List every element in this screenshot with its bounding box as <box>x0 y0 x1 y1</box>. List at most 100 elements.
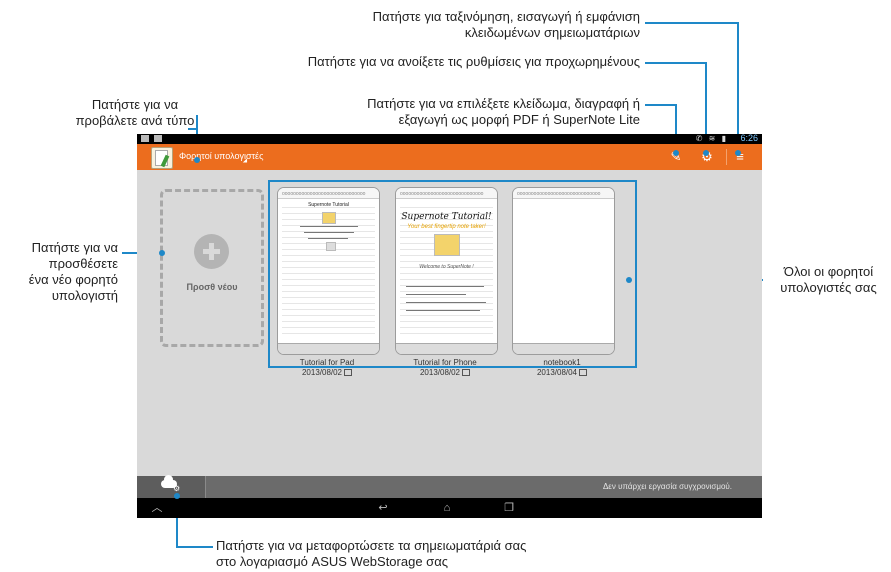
webstorage-sync-button[interactable]: ⚙ <box>137 475 206 498</box>
spiral-rings: oooooooooooooooooooooooooooooo <box>517 191 601 197</box>
app-bar: Φορητοί υπολογιστές ✎ ⚙ ≡ <box>137 144 762 170</box>
cloud-gear-icon: ⚙ <box>173 484 181 493</box>
leader-dot-all <box>626 277 632 283</box>
callout-upload-line1: Πατήστε για να μεταφορτώσετε τα σημειωμα… <box>216 538 527 553</box>
calendar-icon <box>344 369 353 376</box>
callout-new-line3: ένα νέο φορητό <box>28 272 118 287</box>
notebook-spiral: oooooooooooooooooooooooooooooo <box>513 188 614 199</box>
callout-type: Πατήστε για να προβάλετε ανά τύπο <box>55 97 215 129</box>
plus-icon <box>194 234 229 269</box>
notebook-date: 2013/08/04 <box>536 368 578 377</box>
gallery-notification-icon <box>154 135 162 142</box>
callout-upload: Πατήστε για να μεταφορτώσετε τα σημειωμα… <box>216 538 636 570</box>
callout-sort-line2: κλειδωμένων σημειωματάριων <box>464 25 640 40</box>
notebook-date: 2013/08/02 <box>419 368 461 377</box>
calendar-icon <box>462 369 471 376</box>
status-time: 6:26 <box>740 134 758 143</box>
notebook-tutorial-pad[interactable]: oooooooooooooooooooooooooooooo Supernote… <box>277 187 380 355</box>
spiral-rings: oooooooooooooooooooooooooooooo <box>400 191 484 197</box>
calendar-icon <box>579 369 588 376</box>
leader-upload-h <box>176 546 213 548</box>
plus-icon-v <box>209 243 214 260</box>
handwriting-scribble <box>406 302 486 303</box>
notebook-spiral: oooooooooooooooooooooooooooooo <box>396 188 497 199</box>
page-title: Supernote Tutorial <box>308 202 349 208</box>
notebook-name: Tutorial for Phone <box>413 358 477 367</box>
notebook-caption: notebook1 2013/08/04 <box>502 358 622 378</box>
leader-dot-new <box>159 250 165 256</box>
leader-dot-type <box>194 157 200 163</box>
device-screen: ✆ ≋ ▮ 6:26 Φορητοί υπολογιστές ✎ ⚙ ≡ Προ… <box>137 134 762 518</box>
leader-dot-upload <box>174 493 180 499</box>
callout-advanced-text: Πατήστε για να ανοίξετε τις ρυθμίσεις γι… <box>307 54 640 69</box>
status-icons: ✆ ≋ ▮ <box>695 134 728 143</box>
toolbar-divider <box>726 149 727 165</box>
leader-dot-advanced <box>703 150 709 156</box>
callout-lock-line1: Πατήστε για να επιλέξετε κλείδωμα, διαγρ… <box>367 96 640 111</box>
notebook-base <box>278 343 379 354</box>
nav-up-button[interactable]: ︿ <box>145 500 169 516</box>
notebook-type-dropdown[interactable]: Φορητοί υπολογιστές <box>179 151 263 161</box>
page-title: Supernote Tutorial! <box>401 212 492 222</box>
leader-sort-h <box>645 22 738 24</box>
callout-all-line2: υπολογιστές σας <box>780 280 877 295</box>
leader-adv-h <box>645 62 706 64</box>
leader-dot-sort <box>735 150 741 156</box>
notebook-caption: Tutorial for Pad 2013/08/02 <box>267 358 387 378</box>
chevron-up-icon: ︿ <box>151 502 163 514</box>
callout-new-line1: Πατήστε για να <box>31 240 118 255</box>
page-thumbnail-image <box>434 234 460 256</box>
supernote-app-icon[interactable] <box>151 147 173 169</box>
notebook-base <box>396 343 497 354</box>
notebook-tutorial-phone[interactable]: oooooooooooooooooooooooooooooo Supernote… <box>395 187 498 355</box>
nav-back-button[interactable]: ↩ <box>371 500 395 516</box>
notebook-name: Tutorial for Pad <box>299 358 355 367</box>
callout-all: Όλοι οι φορητοί υπολογιστές σας <box>766 264 891 296</box>
callout-new: Πατήστε για να προσθέσετε ένα νέο φορητό… <box>0 240 118 304</box>
notebook-name: notebook1 <box>543 358 581 367</box>
page-thumbnail-image <box>322 212 336 224</box>
nav-recent-button[interactable]: ❐ <box>497 500 521 516</box>
notification-icon <box>141 135 149 142</box>
callout-type-line2: προβάλετε ανά τύπο <box>75 113 195 128</box>
back-icon: ↩ <box>378 502 388 514</box>
notebook-lines <box>400 202 493 338</box>
callout-type-line1: Πατήστε για να <box>91 97 179 112</box>
sync-status-text: Δεν υπάρχει εργασία συγχρονισμού. <box>602 482 732 491</box>
callout-upload-line2: στο λογαριασμό ASUS WebStorage σας <box>216 554 448 569</box>
leader-sort-v <box>737 22 739 152</box>
page-welcome-line: Welcome to SuperNote ! <box>419 264 474 270</box>
handwriting-scribble <box>300 226 358 227</box>
callout-new-line4: υπολογιστή <box>51 288 118 303</box>
page-subtitle: Your best fingertip note taker! <box>407 224 486 230</box>
notebook-notebook1[interactable]: oooooooooooooooooooooooooooooo <box>512 187 615 355</box>
handwriting-scribble <box>304 232 354 233</box>
callout-advanced: Πατήστε για να ανοίξετε τις ρυθμίσεις γι… <box>190 54 640 70</box>
notebook-caption: Tutorial for Phone 2013/08/02 <box>385 358 505 378</box>
handwriting-scribble <box>406 310 480 311</box>
callout-sort: Πατήστε για ταξινόμηση, εισαγωγή ή εμφάν… <box>330 9 640 41</box>
add-notebook-label: Προσθ νέου <box>186 282 238 292</box>
add-notebook-card[interactable]: Προσθ νέου <box>160 189 264 347</box>
handwriting-scribble <box>406 286 484 287</box>
home-icon: ⌂ <box>443 502 451 514</box>
callout-lock: Πατήστε για να επιλέξετε κλείδωμα, διαγρ… <box>270 96 640 128</box>
sync-bar: ⚙ Δεν υπάρχει εργασία συγχρονισμού. <box>137 475 762 498</box>
leader-dot-lock <box>673 150 679 156</box>
nav-home-button[interactable]: ⌂ <box>435 500 459 516</box>
spiral-rings: oooooooooooooooooooooooooooooo <box>282 191 366 197</box>
callout-all-line1: Όλοι οι φορητοί <box>783 264 874 279</box>
recent-apps-icon: ❐ <box>504 502 514 514</box>
notebook-base <box>513 343 614 354</box>
notebook-date: 2013/08/02 <box>301 368 343 377</box>
system-nav-bar: ︿ ↩ ⌂ ❐ <box>137 498 762 518</box>
handwriting-scribble <box>406 294 466 295</box>
handwriting-scribble <box>308 238 348 239</box>
callout-sort-line1: Πατήστε για ταξινόμηση, εισαγωγή ή εμφάν… <box>372 9 640 24</box>
callout-lock-line2: εξαγωγή ως μορφή PDF ή SuperNote Lite <box>398 112 640 127</box>
leader-lock-h <box>645 104 676 106</box>
notebook-spiral: oooooooooooooooooooooooooooooo <box>278 188 379 199</box>
page-thumbnail-image <box>326 242 336 251</box>
status-bar: ✆ ≋ ▮ 6:26 <box>137 134 762 144</box>
callout-new-line2: προσθέσετε <box>48 256 118 271</box>
